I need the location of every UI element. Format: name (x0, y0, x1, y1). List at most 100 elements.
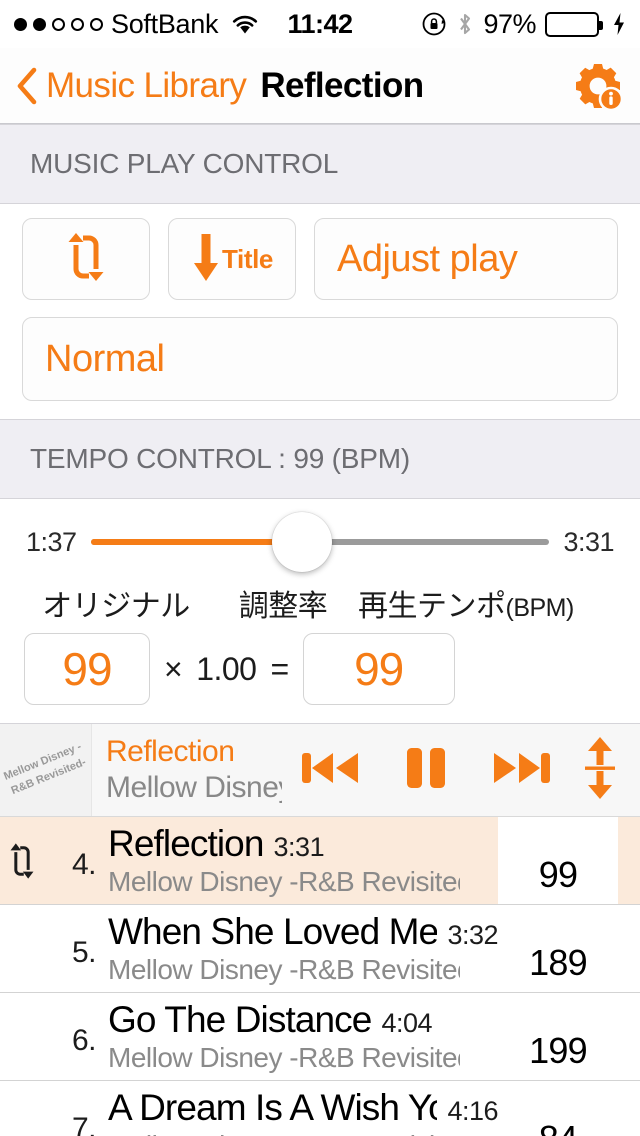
track-row[interactable]: 7. A Dream Is A Wish Yo 4:16 Mellow Disney … (0, 1081, 640, 1136)
adjust-play-label: Adjust play (337, 237, 518, 280)
pause-button[interactable] (378, 723, 474, 817)
music-play-control-panel: Title Adjust play Normal (0, 204, 640, 419)
track-list[interactable]: 4. Reflection 3:31 Mellow Disney -R&B Revis… (0, 817, 640, 1136)
back-button-label: Music Library (46, 65, 247, 105)
now-playing-info[interactable]: Reflection Mellow Disney - (92, 724, 282, 816)
bluetooth-icon (456, 11, 474, 37)
adjust-rate-value[interactable]: 1.00 (196, 651, 257, 688)
label-original-bpm: オリジナル (42, 590, 190, 623)
track-info: Reflection 3:31 Mellow Disney -R&B Revisit… (96, 817, 498, 904)
track-title-row: A Dream Is A Wish Yo 4:16 (108, 1087, 498, 1129)
track-title-row: Go The Distance 4:04 (108, 999, 498, 1041)
expand-player-button[interactable] (570, 723, 630, 817)
signal-dot (14, 17, 27, 31)
transport-controls (282, 724, 640, 816)
result-bpm-field[interactable]: 99 (302, 633, 455, 705)
back-button[interactable]: Music Library (16, 65, 247, 106)
track-duration: 4:16 (447, 1096, 498, 1126)
previous-track-button[interactable] (282, 723, 378, 817)
pause-icon (401, 743, 451, 798)
track-number: 5. (71, 936, 97, 969)
playback-position-slider[interactable]: 1:37 3:31 (0, 509, 640, 575)
navigation-bar: Music Library Reflection (0, 48, 640, 124)
expand-updown-icon (583, 735, 617, 806)
album-art-thumbnail[interactable]: Mellow Disney - R&B Revisited- (0, 724, 92, 816)
previous-track-icon (298, 744, 362, 797)
next-track-button[interactable] (474, 723, 570, 817)
track-title: Go The Distance (108, 999, 372, 1040)
multiply-symbol: × (164, 650, 183, 687)
sort-order-button[interactable]: Title (168, 218, 296, 300)
track-info: Go The Distance 4:04 Mellow Disney -R&B Re… (96, 993, 498, 1080)
tempo-field-labels: オリジナル 調整率 再生テンポ(BPM) (0, 575, 640, 625)
status-bar: SoftBank 11:42 97% (0, 0, 640, 48)
track-repeat-indicator (0, 1081, 44, 1136)
next-track-icon (490, 744, 554, 797)
track-duration: 3:31 (273, 832, 325, 862)
track-title: When She Loved Me (108, 911, 438, 952)
label-adjust-rate: 調整率 (238, 590, 328, 623)
label-playback-tempo-unit: (BPM) (505, 594, 575, 622)
track-duration: 4:04 (381, 1008, 433, 1038)
play-mode-field[interactable]: Normal (22, 317, 618, 401)
track-row[interactable]: 5. When She Loved Me 3:32 Mellow Disney -R&… (0, 905, 640, 993)
track-title: A Dream Is A Wish Yo (108, 1087, 438, 1128)
now-playing-artist: Mellow Disney - (106, 771, 282, 804)
arrow-down-icon (191, 229, 221, 290)
position-current-label: 1:37 (26, 526, 77, 557)
track-bpm: 99 (498, 817, 618, 904)
track-repeat-indicator (0, 817, 44, 904)
signal-dot (33, 17, 46, 31)
track-title: Reflection (108, 823, 264, 864)
section-header-tempo-control: TEMPO CONTROL : 99 (BPM) (0, 419, 640, 499)
track-info: When She Loved Me 3:32 Mellow Disney -R&B … (96, 905, 498, 992)
now-playing-title: Reflection (106, 735, 235, 768)
control-button-row: Title Adjust play (22, 218, 618, 300)
carrier-label: SoftBank (111, 8, 219, 39)
wifi-icon (230, 13, 260, 35)
track-row[interactable]: 4. Reflection 3:31 Mellow Disney -R&B Revis… (0, 817, 640, 905)
track-repeat-indicator (0, 993, 44, 1080)
original-bpm-field[interactable]: 99 (24, 633, 150, 705)
sort-icon-group: Title (191, 229, 273, 290)
track-repeat-indicator (0, 905, 44, 992)
track-duration: 3:32 (447, 920, 498, 950)
position-total-label: 3:31 (563, 526, 614, 557)
tempo-field-row: 99 × 1.00 = 99 (0, 625, 640, 715)
track-artist: Mellow Disney -R&B Revisited (108, 866, 460, 897)
track-title-row: When She Loved Me 3:32 (108, 911, 498, 953)
charging-bolt-icon (612, 12, 626, 36)
track-row-padding (618, 993, 640, 1080)
label-playback-tempo: 再生テンポ(BPM) (358, 581, 574, 625)
signal-dot (71, 17, 84, 31)
adjust-play-button[interactable]: Adjust play (314, 218, 618, 300)
status-bar-right: 97% (421, 9, 626, 40)
track-number: 6. (71, 1024, 97, 1057)
equals-symbol: = (270, 650, 289, 687)
track-row-padding (618, 905, 640, 992)
battery-icon (545, 11, 603, 37)
track-number: 4. (71, 848, 97, 881)
page-title: Reflection (260, 65, 424, 105)
signal-strength-dots (14, 17, 103, 31)
track-bpm: 189 (529, 942, 587, 983)
track-bpm: 199 (529, 1030, 587, 1071)
track-info: A Dream Is A Wish Yo 4:16 Mellow Disney -R… (96, 1081, 498, 1136)
now-playing-bar: Mellow Disney - R&B Revisited- Reflectio… (0, 723, 640, 817)
label-playback-tempo-text: 再生テンポ (358, 590, 506, 623)
track-number: 7. (71, 1112, 97, 1136)
track-artist: Mellow Disney -R&B Revisited (108, 954, 460, 985)
track-artist: Mellow Disney -R&B Revisited (108, 1042, 460, 1073)
status-bar-left: SoftBank (14, 9, 260, 40)
slider-track[interactable] (90, 512, 550, 572)
track-title-row: Reflection 3:31 (108, 823, 498, 865)
repeat-mode-button[interactable] (22, 218, 150, 300)
slider-thumb[interactable] (271, 512, 332, 572)
battery-percent-label: 97% (483, 8, 536, 39)
settings-gear-info-button[interactable] (572, 60, 624, 112)
app-root: SoftBank 11:42 97% Music Library Reflect… (0, 0, 640, 1136)
track-row[interactable]: 6. Go The Distance 4:04 Mellow Disney -R&B … (0, 993, 640, 1081)
signal-dot (90, 17, 103, 31)
repeat-icon (63, 229, 109, 290)
play-mode-label: Normal (45, 337, 165, 380)
